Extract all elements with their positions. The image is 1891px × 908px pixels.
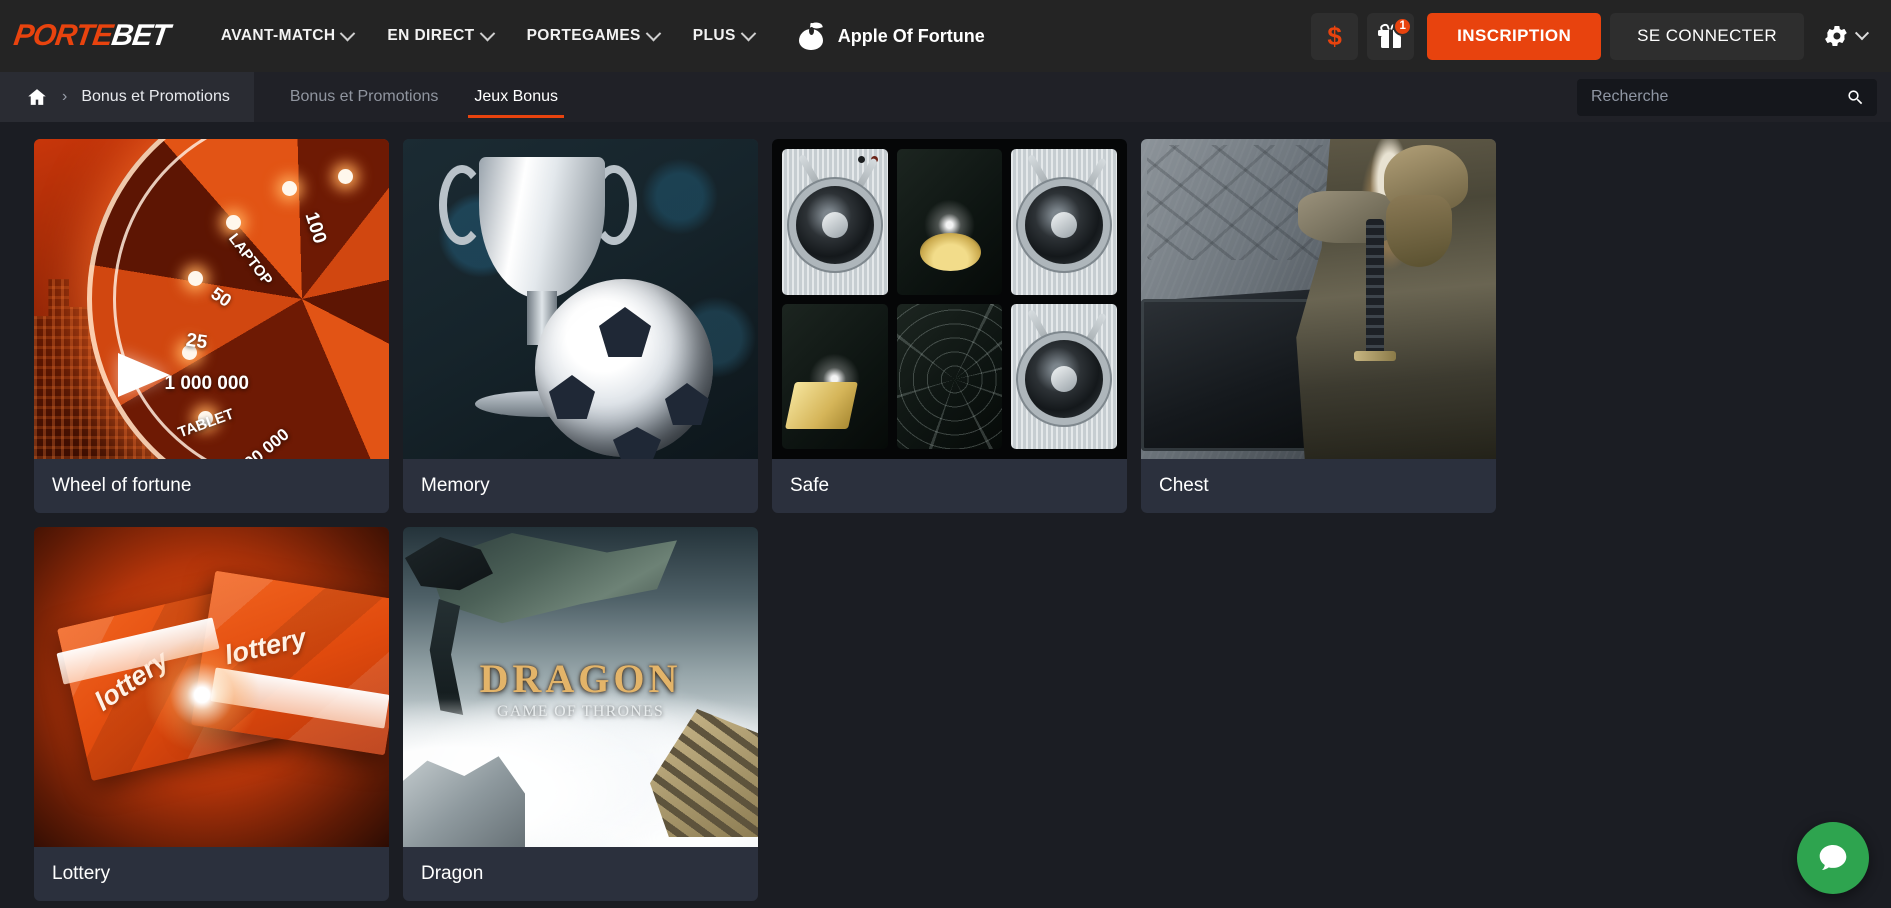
chevron-down-icon — [479, 25, 495, 41]
wheel-label-jackpot: 1 000 000 — [164, 373, 249, 394]
dragon-thumb: DRAGON GAME OF THRONES — [403, 527, 758, 847]
gift-button[interactable]: 1 — [1367, 12, 1415, 60]
breadcrumb[interactable]: › Bonus et Promotions — [0, 72, 254, 122]
tab-label: Jeux Bonus — [474, 88, 558, 105]
game-title: Chest — [1159, 475, 1209, 496]
nav-item-portegames[interactable]: PORTEGAMES — [526, 25, 662, 45]
site-logo[interactable]: PORTE BET — [11, 19, 172, 53]
dragon-subtitle-text: GAME OF THRONES — [496, 703, 665, 720]
chat-widget-button[interactable] — [1797, 822, 1869, 894]
breadcrumb-label: Bonus et Promotions — [81, 88, 230, 105]
chevron-down-icon — [1854, 26, 1870, 41]
nav-label: PLUS — [692, 27, 736, 44]
register-button[interactable]: INSCRIPTION — [1427, 12, 1602, 60]
deposit-button[interactable]: $ — [1311, 12, 1359, 60]
tab-list: Bonus et Promotions Jeux Bonus — [272, 72, 576, 122]
gift-badge: 1 — [1393, 16, 1413, 36]
logo-text-secondary: BET — [109, 19, 172, 52]
chevron-down-icon — [740, 25, 757, 41]
tab-jeux-bonus[interactable]: Jeux Bonus — [456, 72, 576, 122]
safe-cell-closed — [1011, 303, 1117, 449]
safe-cell-open-bars — [782, 303, 888, 449]
nav-item-plus[interactable]: PLUS — [692, 25, 757, 45]
safe-cell-closed — [1011, 149, 1117, 295]
search-box[interactable] — [1577, 78, 1877, 116]
game-card-wheel-of-fortune[interactable]: 100 LAPTOP 50 25 1 000 000 TABLET 00 000… — [34, 139, 389, 513]
chevron-down-icon — [340, 25, 356, 41]
game-title: Lottery — [52, 863, 111, 884]
apple-icon — [798, 20, 824, 51]
games-grid-container: 100 LAPTOP 50 25 1 000 000 TABLET 00 000… — [0, 122, 1891, 908]
chevron-down-icon — [645, 25, 662, 41]
safe-thumb — [772, 139, 1127, 459]
game-title: Wheel of fortune — [52, 475, 192, 496]
site-header: PORTEBET .logo > span:first-child{color:… — [0, 0, 1891, 72]
nav-label: EN DIRECT — [387, 27, 475, 44]
memory-thumb — [403, 139, 758, 459]
wheel-of-fortune-thumb: 100 LAPTOP 50 25 1 000 000 TABLET 00 000 — [34, 139, 389, 459]
game-card-dragon[interactable]: DRAGON GAME OF THRONES Dragon — [403, 527, 758, 901]
game-card-lottery[interactable]: lottery lottery Lottery — [34, 527, 389, 901]
chest-thumb — [1141, 139, 1496, 459]
wheel-label-25: 25 — [184, 329, 209, 354]
nav-label: PORTEGAMES — [526, 27, 641, 44]
search-icon[interactable] — [1846, 88, 1865, 107]
chat-bubble-icon — [1819, 844, 1847, 871]
wheel-pointer-icon — [118, 353, 170, 397]
game-title: Safe — [790, 475, 830, 496]
game-title: Memory — [421, 475, 490, 496]
nav-item-en-direct[interactable]: EN DIRECT — [387, 25, 495, 45]
tab-bonus-et-promotions[interactable]: Bonus et Promotions — [272, 72, 457, 122]
dragon-title-text: DRAGON — [479, 656, 682, 701]
featured-game-label: Apple Of Fortune — [837, 25, 985, 46]
settings-menu[interactable] — [1813, 24, 1873, 48]
nav-item-avant-match[interactable]: AVANT-MATCH — [220, 25, 356, 45]
home-icon[interactable] — [26, 87, 48, 107]
tab-label: Bonus et Promotions — [289, 88, 439, 105]
game-card-memory[interactable]: Memory — [403, 139, 758, 513]
game-card-chest[interactable]: Chest — [1141, 139, 1496, 513]
game-title: Dragon — [421, 863, 484, 884]
featured-game-link[interactable]: Apple Of Fortune — [798, 20, 985, 51]
dollar-icon: $ — [1327, 20, 1342, 51]
main-navigation: AVANT-MATCH EN DIRECT PORTEGAMES PLUS — [220, 25, 757, 45]
breadcrumb-separator: › — [62, 88, 68, 105]
lottery-thumb: lottery lottery — [34, 527, 389, 847]
login-button[interactable]: SE CONNECTER — [1610, 12, 1804, 60]
safe-cell-closed — [782, 149, 888, 295]
logo-text-primary: PORTE — [11, 19, 115, 52]
nav-label: AVANT-MATCH — [220, 27, 336, 44]
search-input[interactable] — [1591, 88, 1846, 106]
gear-icon — [1825, 25, 1847, 47]
game-card-safe[interactable]: Safe — [772, 139, 1127, 513]
header-actions: $ 1 INSCRIPTION SE CONNECTER — [1311, 12, 1873, 60]
safe-cell-open-web — [896, 303, 1003, 449]
games-grid: 100 LAPTOP 50 25 1 000 000 TABLET 00 000… — [34, 139, 1864, 901]
safe-cell-open-coins — [896, 149, 1003, 295]
sub-navigation-bar: › Bonus et Promotions Bonus et Promotion… — [0, 72, 1891, 122]
